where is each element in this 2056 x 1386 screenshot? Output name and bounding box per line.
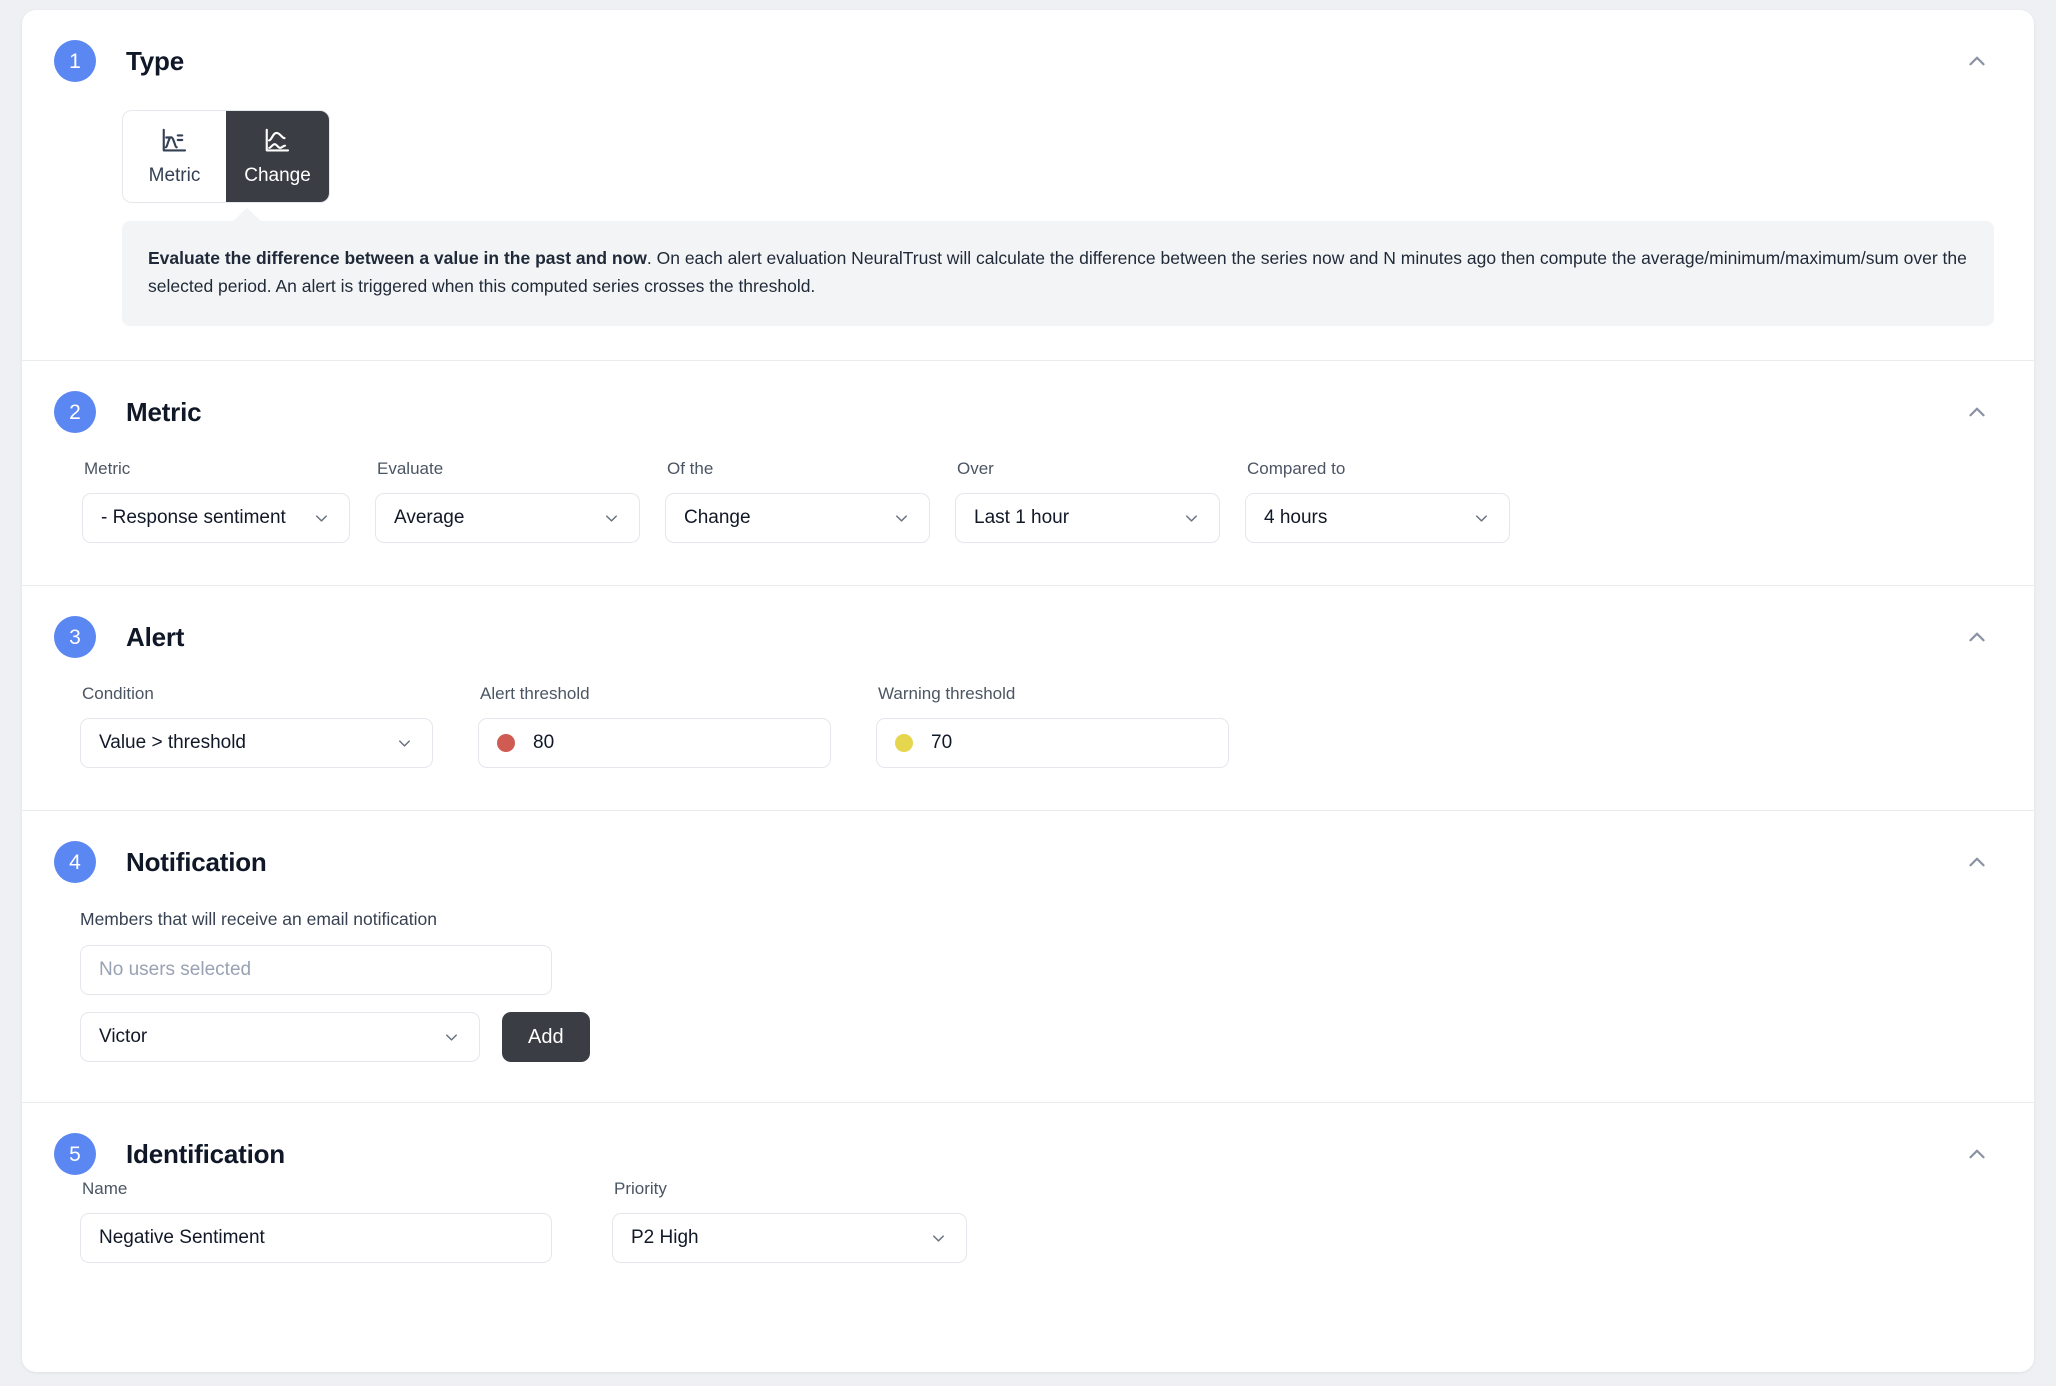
section-alert-number: 3 [54, 616, 96, 659]
over-select[interactable]: Last 1 hour [955, 493, 1220, 544]
collapse-identification-icon[interactable] [1960, 1137, 1994, 1171]
section-identification-number: 5 [54, 1133, 96, 1176]
warning-threshold-input[interactable]: 70 [876, 718, 1229, 769]
metric-fields: Metric - Response sentiment Evaluate Ave… [22, 433, 2034, 585]
notification-body: Members that will receive an email notif… [22, 883, 2034, 1102]
field-condition-label: Condition [82, 684, 154, 704]
type-toggle-change-label: Change [244, 165, 311, 186]
section-notification: 4 Notification Members that will receive… [22, 811, 2034, 1104]
line-chart-icon [160, 126, 190, 156]
collapse-metric-icon[interactable] [1960, 395, 1994, 429]
alert-threshold-input[interactable]: 80 [478, 718, 831, 769]
type-toggle-wrap: Metric Change [22, 82, 2034, 203]
alert-fields: Condition Value > threshold Alert thresh… [22, 658, 2034, 810]
field-compared-to-label: Compared to [1247, 459, 1346, 479]
type-toggle-change[interactable]: Change [226, 111, 329, 202]
field-name: Name Negative Sentiment [80, 1179, 552, 1264]
collapse-alert-icon[interactable] [1960, 620, 1994, 654]
section-metric: 2 Metric Metric - Response sentiment Eva… [22, 361, 2034, 587]
priority-select[interactable]: P2 High [612, 1213, 967, 1264]
condition-select-value: Value > threshold [99, 732, 246, 754]
evaluate-select[interactable]: Average [375, 493, 640, 544]
section-identification-header: 5 Identification [22, 1103, 2034, 1176]
section-type-number: 1 [54, 40, 96, 82]
over-select-value: Last 1 hour [974, 507, 1070, 529]
name-input[interactable]: Negative Sentiment [80, 1213, 552, 1264]
compared-to-select[interactable]: 4 hours [1245, 493, 1510, 544]
field-alert-threshold: Alert threshold 80 [478, 684, 831, 769]
field-compared-to: Compared to 4 hours [1245, 459, 1510, 544]
alert-configuration-card: 1 Type Metric Change Evaluate the differ… [22, 10, 2034, 1372]
field-evaluate-label: Evaluate [377, 459, 444, 479]
of-the-select[interactable]: Change [665, 493, 930, 544]
warning-threshold-value: 70 [931, 732, 953, 754]
type-toggle-group: Metric Change [122, 110, 330, 203]
alert-threshold-value: 80 [533, 732, 555, 754]
add-member-button[interactable]: Add [502, 1012, 590, 1063]
chevron-down-icon [300, 509, 331, 528]
chevron-down-icon [917, 1229, 948, 1248]
user-select-value: Victor [99, 1026, 148, 1048]
type-toggle-metric-label: Metric [148, 165, 201, 186]
field-warning-threshold-label: Warning threshold [878, 684, 1016, 704]
field-alert-threshold-label: Alert threshold [480, 684, 590, 704]
evaluate-select-value: Average [394, 507, 465, 529]
collapse-type-icon[interactable] [1960, 44, 1994, 78]
field-condition: Condition Value > threshold [80, 684, 433, 769]
section-metric-title: Metric [126, 396, 202, 427]
alert-severity-dot-icon [497, 734, 515, 753]
chevron-down-icon [1170, 509, 1201, 528]
field-priority-label: Priority [614, 1179, 667, 1199]
field-priority: Priority P2 High [612, 1179, 967, 1264]
of-the-select-value: Change [684, 507, 751, 529]
chevron-down-icon [430, 1028, 461, 1047]
page-root: 1 Type Metric Change Evaluate the differ… [0, 0, 2056, 1386]
type-toggle-metric[interactable]: Metric [123, 111, 226, 202]
metric-select[interactable]: - Response sentiment [82, 493, 350, 544]
identification-fields: Name Negative Sentiment Priority P2 High [22, 1175, 2034, 1313]
field-of-the-label: Of the [667, 459, 714, 479]
field-over: Over Last 1 hour [955, 459, 1220, 544]
selected-members-placeholder: No users selected [99, 959, 252, 981]
chevron-down-icon [383, 734, 414, 753]
section-notification-number: 4 [54, 841, 96, 884]
metric-select-value: - Response sentiment [101, 507, 286, 529]
section-alert-header: 3 Alert [22, 586, 2034, 659]
compared-to-select-value: 4 hours [1264, 507, 1328, 529]
user-select[interactable]: Victor [80, 1012, 480, 1063]
field-metric: Metric - Response sentiment [82, 459, 350, 544]
section-notification-title: Notification [126, 846, 267, 877]
add-member-row: Victor Add [80, 1012, 2034, 1063]
selected-members-box[interactable]: No users selected [80, 945, 552, 996]
section-metric-number: 2 [54, 391, 96, 434]
field-of-the: Of the Change [665, 459, 930, 544]
section-type: 1 Type Metric Change Evaluate the differ… [22, 10, 2034, 362]
section-alert: 3 Alert Condition Value > threshold Aler… [22, 586, 2034, 812]
field-warning-threshold: Warning threshold 70 [876, 684, 1229, 769]
chevron-down-icon [590, 509, 621, 528]
change-chart-icon [263, 126, 293, 156]
chevron-down-icon [1460, 509, 1491, 528]
type-description-wrap: Evaluate the difference between a value … [22, 207, 2034, 327]
field-metric-label: Metric [84, 459, 131, 479]
field-name-label: Name [82, 1179, 128, 1199]
collapse-notification-icon[interactable] [1960, 845, 1994, 879]
warning-severity-dot-icon [895, 734, 913, 753]
members-label: Members that will receive an email notif… [80, 909, 437, 930]
field-evaluate: Evaluate Average [375, 459, 640, 544]
section-notification-header: 4 Notification [22, 811, 2034, 884]
condition-select[interactable]: Value > threshold [80, 718, 433, 769]
section-type-header: 1 Type [22, 10, 2034, 82]
field-over-label: Over [957, 459, 994, 479]
chevron-down-icon [880, 509, 911, 528]
type-description: Evaluate the difference between a value … [122, 207, 1994, 327]
priority-select-value: P2 High [631, 1227, 699, 1249]
section-alert-title: Alert [126, 621, 185, 652]
section-type-title: Type [126, 45, 184, 76]
name-input-value: Negative Sentiment [99, 1227, 265, 1249]
type-description-bold: Evaluate the difference between a value … [148, 248, 647, 268]
section-metric-header: 2 Metric [22, 361, 2034, 434]
section-identification-title: Identification [126, 1138, 285, 1169]
section-identification: 5 Identification Name Negative Sentiment… [22, 1103, 2034, 1313]
